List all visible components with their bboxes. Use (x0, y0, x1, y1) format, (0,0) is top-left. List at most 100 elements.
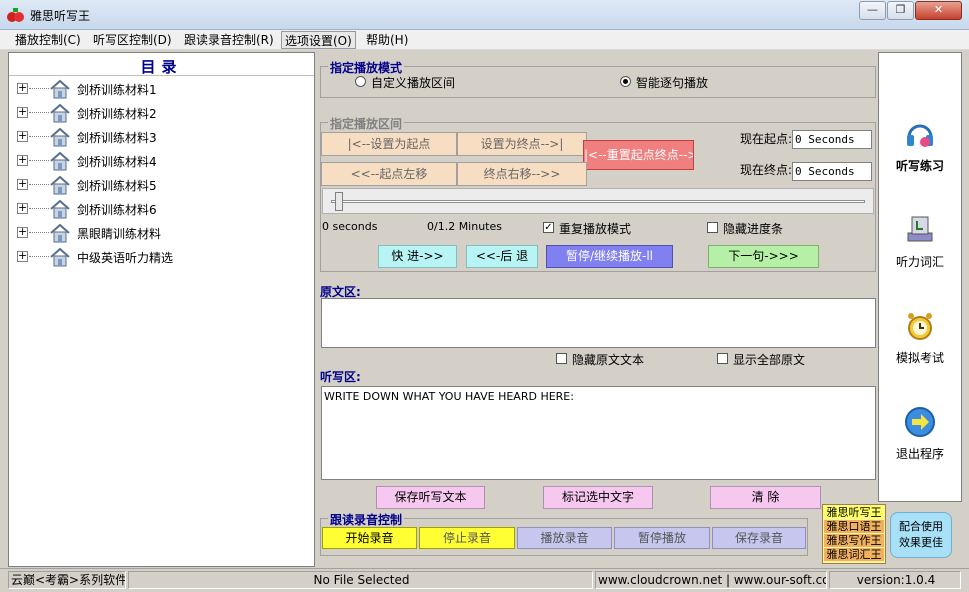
smart-sentence-radio[interactable] (620, 76, 631, 87)
sidebar-label-dictation: 听写练习 (895, 159, 944, 173)
tree-item-label: 剑桥训练材料4 (77, 155, 157, 169)
tree-item-label: 剑桥训练材料5 (77, 179, 157, 193)
promo-line: 雅思词汇王 (824, 548, 884, 561)
repeat-label[interactable]: 重复播放模式 (559, 220, 631, 237)
menu-recording-control[interactable]: 跟读录音控制(R) (181, 31, 277, 49)
minimize-button[interactable]: — (859, 1, 886, 20)
hide-progress-label[interactable]: 隐藏进度条 (723, 220, 783, 237)
menu-dictation-control[interactable]: 听写区控制(D) (90, 31, 175, 49)
current-start-field[interactable]: 0 Seconds (792, 130, 872, 149)
save-dictation-button[interactable]: 保存听写文本 (376, 486, 485, 509)
hide-progress-checkbox[interactable] (707, 222, 718, 233)
original-text-area[interactable] (321, 298, 876, 348)
hide-original-label[interactable]: 隐藏原文文本 (572, 351, 644, 368)
mark-selection-button[interactable]: 标记选中文字 (543, 486, 653, 509)
tree-item[interactable]: + 剑桥训练材料1 (9, 78, 314, 100)
sidebar-item-mock-exam[interactable]: 模拟考试 (879, 309, 961, 379)
move-start-left-button[interactable]: <<--起点左移 (321, 162, 457, 186)
menu-bar: 播放控制(C) 听写区控制(D) 跟读录音控制(R) 选项设置(O) 帮助(H) (0, 30, 969, 50)
title-bar: 雅思听写王 — ❐ ✕ (0, 0, 969, 30)
headphones-icon (907, 124, 933, 147)
folder-house-icon (50, 79, 70, 99)
sidebar-item-exit[interactable]: 退出程序 (879, 405, 961, 475)
sidebar-item-dictation[interactable]: 听写练习 (879, 117, 961, 187)
folder-house-icon (50, 127, 70, 147)
pause-playback-button[interactable]: 暂停播放 (614, 527, 710, 549)
exit-arrow-icon (905, 407, 935, 437)
expand-icon[interactable]: + (17, 130, 28, 142)
menu-options[interactable]: 选项设置(O) (281, 31, 356, 49)
status-website[interactable]: www.cloudcrown.net | www.our-soft.com (595, 571, 827, 589)
smart-sentence-label[interactable]: 智能逐句播放 (636, 74, 708, 91)
tree-item-label: 黑眼睛训练材料 (77, 227, 162, 241)
alarm-clock-icon (908, 313, 932, 340)
tree-item[interactable]: + 剑桥训练材料4 (9, 150, 314, 172)
tree-connector (29, 88, 49, 89)
tree-item-label: 剑桥训练材料2 (77, 107, 157, 121)
tree-connector (29, 232, 49, 233)
slider-thumb[interactable] (335, 192, 343, 211)
rewind-button[interactable]: <<-后 退 (466, 245, 538, 268)
status-version: version:1.0.4 (829, 571, 961, 589)
start-recording-button[interactable]: 开始录音 (322, 527, 417, 549)
next-sentence-button[interactable]: 下一句->>> (708, 245, 819, 268)
range-legend: 指定播放区间 (328, 115, 405, 132)
tree-item-label: 剑桥训练材料3 (77, 131, 157, 145)
tree-title: 目录 (140, 58, 183, 76)
menu-playback-control[interactable]: 播放控制(C) (12, 31, 84, 49)
tree-item[interactable]: + 中级英语听力精选 (9, 246, 314, 268)
hide-original-checkbox[interactable] (556, 353, 567, 364)
expand-icon[interactable]: + (17, 154, 28, 166)
tree-item[interactable]: + 剑桥训练材料3 (9, 126, 314, 148)
repeat-checkbox[interactable]: ✓ (543, 222, 554, 233)
expand-icon[interactable]: + (17, 178, 28, 190)
tree-connector (29, 160, 49, 161)
tree-divider (9, 75, 314, 76)
fast-forward-button[interactable]: 快 进->> (378, 245, 457, 268)
play-recording-button[interactable]: 播放录音 (517, 527, 612, 549)
menu-help[interactable]: 帮助(H) (363, 31, 411, 49)
tree-item-label: 中级英语听力精选 (77, 251, 174, 265)
expand-icon[interactable]: + (17, 106, 28, 118)
folder-house-icon (50, 175, 70, 195)
expand-icon[interactable]: + (17, 226, 28, 238)
stop-recording-button[interactable]: 停止录音 (419, 527, 515, 549)
progress-slider[interactable] (322, 188, 874, 214)
tree-item[interactable]: + 黑眼睛训练材料 (9, 222, 314, 244)
reset-range-button[interactable]: |<--重置起点终点-->| (583, 140, 694, 170)
folder-house-icon (50, 103, 70, 123)
expand-icon[interactable]: + (17, 82, 28, 94)
dictation-area-label: 听写区: (320, 370, 361, 384)
tree-item[interactable]: + 剑桥训练材料6 (9, 198, 314, 220)
move-end-right-button[interactable]: 终点右移-->> (457, 162, 587, 186)
duration-text: 0/1.2 Minutes (427, 220, 502, 233)
show-all-original-label[interactable]: 显示全部原文 (733, 351, 805, 368)
expand-icon[interactable]: + (17, 250, 28, 262)
restore-button[interactable]: ❐ (887, 1, 914, 20)
product-promo[interactable]: 雅思听写王 雅思口语王 雅思写作王 雅思词汇王 (822, 504, 886, 564)
show-all-original-checkbox[interactable] (717, 353, 728, 364)
app-icon (7, 8, 24, 22)
current-end-label: 现在终点: (740, 163, 793, 177)
custom-range-radio[interactable] (355, 76, 366, 87)
tree-item[interactable]: + 剑桥训练材料2 (9, 102, 314, 124)
recording-legend: 跟读录音控制 (328, 511, 405, 528)
current-end-field[interactable]: 0 Seconds (792, 162, 872, 181)
clear-button[interactable]: 清 除 (710, 486, 821, 509)
sidebar-item-vocabulary[interactable]: 听力词汇 (879, 213, 961, 283)
directory-tree: 目录 + 剑桥训练材料1 + 剑桥训练材料2 + 剑桥训练材料3 + 剑桥训练材料4 + 剑桥训练… (8, 52, 315, 567)
custom-range-label[interactable]: 自定义播放区间 (371, 74, 455, 91)
sidebar-label-mock-exam: 模拟考试 (895, 351, 944, 365)
pause-resume-button[interactable]: 暂停/继续播放-ll (546, 245, 673, 268)
save-recording-button[interactable]: 保存录音 (712, 527, 806, 549)
tree-connector (29, 112, 49, 113)
tree-item-label: 剑桥训练材料1 (77, 83, 157, 97)
set-start-button[interactable]: |<--设置为起点 (321, 132, 457, 156)
close-button[interactable]: ✕ (915, 1, 962, 20)
dictation-text-area[interactable]: WRITE DOWN WHAT YOU HAVE HEARD HERE: (321, 386, 876, 480)
set-end-button[interactable]: 设置为终点-->| (457, 132, 587, 156)
tree-item[interactable]: + 剑桥训练材料5 (9, 174, 314, 196)
combo-promo-badge[interactable]: 配合使用 效果更佳 (890, 512, 952, 558)
expand-icon[interactable]: + (17, 202, 28, 214)
position-text: 0 seconds (322, 220, 378, 233)
